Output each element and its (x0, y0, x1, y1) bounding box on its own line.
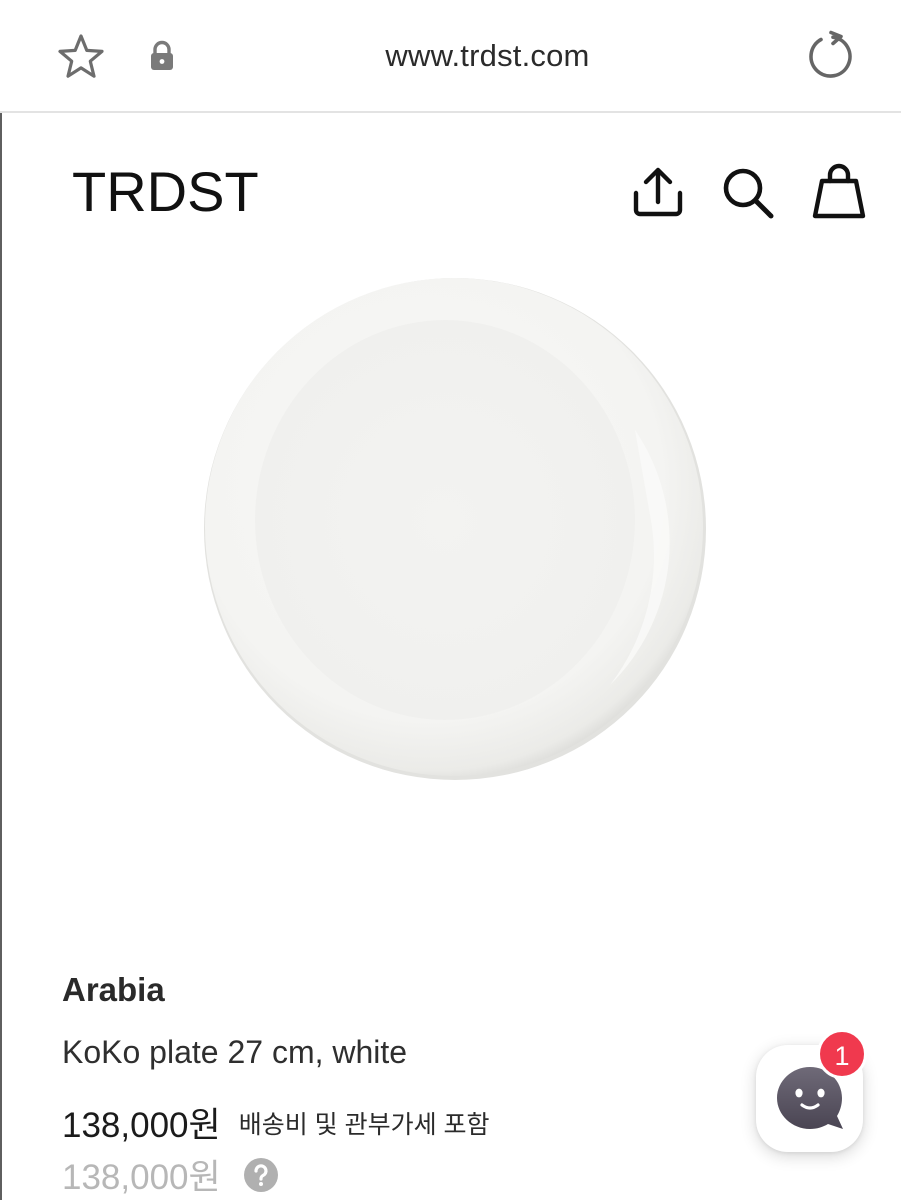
reload-icon[interactable] (803, 29, 857, 83)
lock-icon[interactable] (148, 40, 176, 72)
search-icon[interactable] (720, 165, 776, 221)
product-brand[interactable]: Arabia (62, 971, 165, 1009)
price-note: 배송비 및 관부가세 포함 (238, 1110, 490, 1139)
shopping-bag-icon[interactable] (810, 161, 868, 221)
site-logo[interactable]: TRDST (72, 159, 259, 224)
share-icon[interactable] (629, 163, 687, 221)
url-display[interactable]: www.trdst.com (300, 38, 675, 74)
sale-price: 138,000원 (62, 1106, 221, 1145)
site-header: TRDST (0, 115, 901, 265)
help-icon[interactable] (243, 1157, 279, 1193)
original-price-row: 138,000원 (62, 1149, 279, 1200)
bookmark-star-icon[interactable] (55, 31, 107, 83)
browser-address-bar: www.trdst.com (0, 0, 901, 113)
product-image[interactable] (190, 265, 720, 795)
product-name: KoKo plate 27 cm, white (62, 1034, 408, 1070)
notification-badge: 1 (817, 1029, 867, 1079)
price-row: 138,000원 배송비 및 관부가세 포함 (62, 1097, 490, 1148)
original-price: 138,000원 (62, 1158, 221, 1197)
